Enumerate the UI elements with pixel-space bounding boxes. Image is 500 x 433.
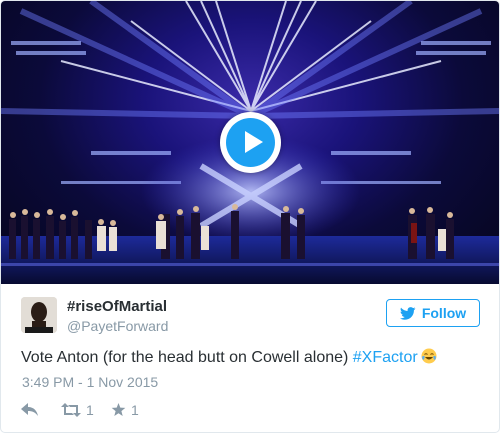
tweet-body: Vote Anton (for the head butt on Cowell … (21, 349, 353, 366)
hashtag-link[interactable]: #XFactor (353, 349, 418, 366)
retweet-button[interactable]: 1 (61, 399, 94, 421)
follow-label: Follow (421, 305, 467, 321)
display-name[interactable]: #riseOfMartial (67, 298, 167, 316)
like-button[interactable]: 1 (111, 399, 139, 421)
follow-button[interactable]: Follow (386, 299, 480, 327)
play-icon (226, 118, 275, 167)
face-with-tears-of-joy-icon (421, 348, 437, 364)
retweet-count: 1 (86, 402, 94, 418)
avatar[interactable] (21, 297, 57, 333)
video-thumbnail[interactable] (1, 1, 499, 284)
twitter-bird-icon (399, 306, 416, 320)
star-icon (111, 403, 126, 416)
play-button[interactable] (220, 112, 281, 173)
embedded-tweet: #riseOfMartial @PayetForward Follow Vote… (0, 0, 500, 433)
reply-icon (21, 403, 38, 416)
tweet-text: Vote Anton (for the head butt on Cowell … (21, 348, 481, 368)
like-count: 1 (131, 402, 139, 418)
screen-name[interactable]: @PayetForward (67, 318, 168, 335)
reply-button[interactable] (21, 399, 39, 421)
timestamp-link[interactable]: 3:49 PM - 1 Nov 2015 (22, 374, 158, 391)
retweet-icon (61, 403, 81, 417)
